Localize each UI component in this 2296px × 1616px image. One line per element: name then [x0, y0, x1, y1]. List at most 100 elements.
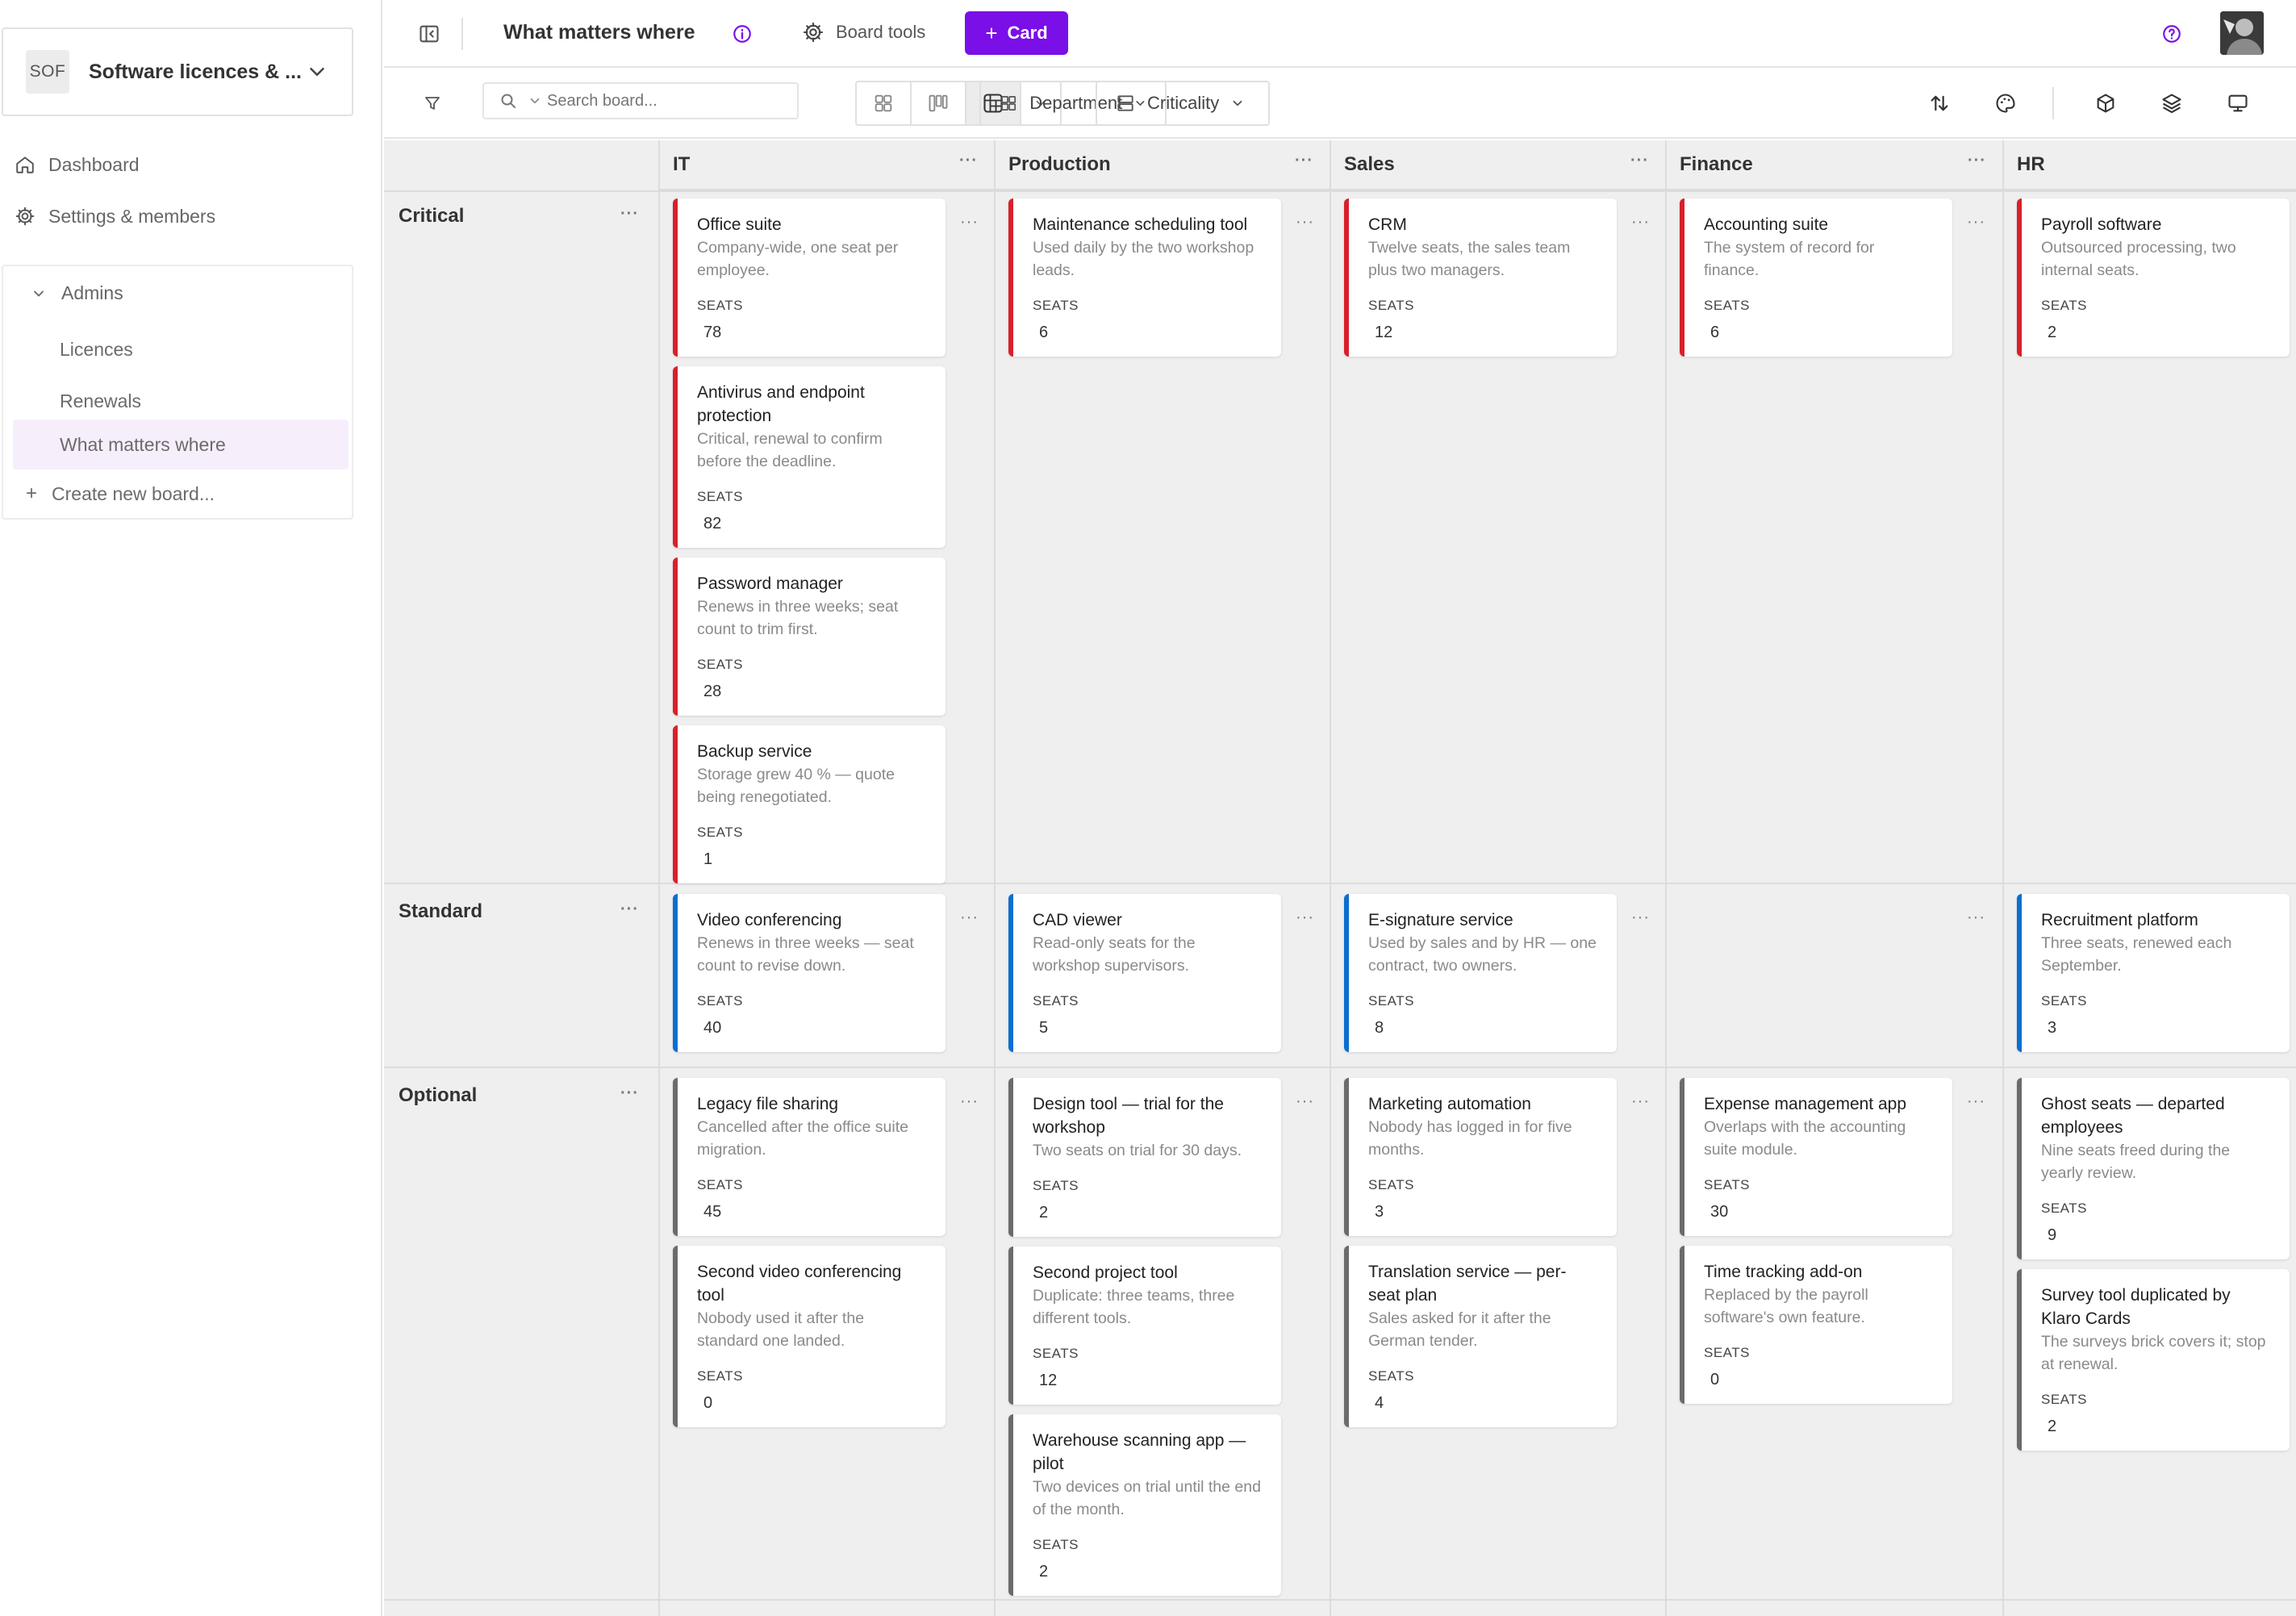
search-input[interactable] [547, 91, 724, 111]
card-spacer [1368, 1413, 1597, 1427]
board-link-renewals[interactable]: Renewals [13, 376, 349, 426]
card[interactable]: Password manager Renews in three weeks; s… [673, 557, 946, 716]
card-field-label: SEATS [697, 1368, 743, 1384]
card-field-label: SEATS [1704, 1177, 1750, 1192]
cell-menu-icon[interactable]: ··· [1296, 908, 1314, 927]
card-field-label: SEATS [697, 298, 743, 313]
card[interactable]: Ghost seats — departed employees Nine sea… [2017, 1078, 2290, 1259]
info-icon [733, 25, 751, 43]
presentation-button[interactable] [2222, 87, 2254, 119]
card-field-label: SEATS [697, 489, 743, 504]
bricks-button[interactable] [2089, 87, 2122, 119]
card[interactable]: Second video conferencing tool Nobody use… [673, 1246, 946, 1427]
card-description: Used by sales and by HR — one contract, … [1368, 934, 1597, 975]
cell-menu-icon[interactable]: ··· [1296, 1092, 1314, 1111]
row-header-critical[interactable]: Critical ··· [384, 205, 658, 228]
card-description: Renews in three weeks; seat count to tri… [697, 598, 899, 638]
collapse-sidebar-button[interactable] [415, 19, 444, 48]
row-grouping-select[interactable]: Criticality [1096, 81, 1270, 126]
plus-icon: + [985, 20, 998, 45]
board-group-toggle[interactable]: Admins [31, 282, 123, 304]
row-header-standard[interactable]: Standard ··· [384, 900, 658, 923]
card-field-label: SEATS [1704, 1345, 1750, 1360]
column-header-production[interactable]: Production ··· [996, 140, 1331, 190]
card[interactable]: Translation service — per-seat plan Sales… [1344, 1246, 1617, 1427]
card[interactable]: Legacy file sharing Cancelled after the o… [673, 1078, 946, 1236]
card-spacer [1368, 1221, 1597, 1236]
view-kanban-button[interactable] [912, 82, 966, 124]
card[interactable]: Marketing automation Nobody has logged in… [1344, 1078, 1617, 1236]
layers-button[interactable] [2156, 87, 2188, 119]
column-header-it[interactable]: IT ··· [660, 140, 996, 190]
page-title: What matters where [503, 21, 695, 44]
card-description: The surveys brick covers it; stop at ren… [2041, 1333, 2266, 1373]
card[interactable]: Second project tool Duplicate: three team… [1008, 1246, 1281, 1405]
column-header-sales[interactable]: Sales ··· [1331, 140, 1667, 190]
avatar[interactable] [2220, 11, 2264, 55]
view-grid-button[interactable] [857, 82, 912, 124]
card[interactable]: CRM Twelve seats, the sales team plus two… [1344, 198, 1617, 357]
cell-menu-icon[interactable]: ··· [960, 908, 979, 927]
more-icon[interactable]: ··· [1630, 152, 1649, 170]
column-header-hr[interactable]: HR [2004, 140, 2296, 190]
columns-icon [1001, 96, 1017, 111]
more-icon[interactable]: ··· [620, 900, 639, 919]
more-icon[interactable]: ··· [1968, 152, 1986, 170]
workspace-switcher[interactable]: SOF Software licences & ... [2, 27, 353, 116]
card[interactable]: Office suite Company-wide, one seat per e… [673, 198, 946, 357]
search-box[interactable] [482, 82, 799, 119]
cell-menu-icon[interactable]: ··· [1967, 908, 1985, 927]
nav-settings[interactable]: Settings & members [15, 200, 215, 232]
sidebar: SOF Software licences & ... Dashboard Se… [0, 0, 382, 1616]
card[interactable]: Accounting suite The system of record for… [1680, 198, 1952, 357]
card-spacer [697, 1413, 926, 1427]
cell-menu-icon[interactable]: ··· [1631, 908, 1650, 927]
card[interactable]: Design tool — trial for the workshop Two … [1008, 1078, 1281, 1237]
cell-menu-icon[interactable]: ··· [1631, 213, 1650, 232]
create-board-button[interactable]: + Create new board... [26, 482, 215, 505]
more-icon[interactable]: ··· [620, 1084, 639, 1103]
cell-menu-icon[interactable]: ··· [960, 1092, 979, 1111]
card[interactable]: Antivirus and endpoint protection Critica… [673, 366, 946, 548]
card[interactable]: Video conferencing Renews in three weeks … [673, 894, 946, 1052]
more-icon[interactable]: ··· [620, 205, 639, 223]
card-title: Recruitment platform [2041, 911, 2198, 929]
card-title: CRM [1368, 215, 1407, 234]
row-header-optional[interactable]: Optional ··· [384, 1084, 658, 1107]
cell-menu-icon[interactable]: ··· [1296, 213, 1314, 232]
card[interactable]: Payroll software Outsourced processing, t… [2017, 198, 2290, 357]
card[interactable]: CAD viewer Read-only seats for the worksh… [1008, 894, 1281, 1052]
card-seats-value: 82 [703, 515, 722, 532]
board-info-button[interactable] [729, 21, 755, 47]
nav-dashboard[interactable]: Dashboard [15, 148, 140, 181]
help-button[interactable] [2159, 21, 2185, 47]
card[interactable]: Backup service Storage grew 40 % — quote … [673, 725, 946, 883]
cell-menu-icon[interactable]: ··· [1967, 213, 1985, 232]
card[interactable]: E-signature service Used by sales and by … [1344, 894, 1617, 1052]
filter-button[interactable] [418, 89, 447, 118]
cell-menu-icon[interactable]: ··· [1631, 1092, 1650, 1111]
card-description: Two seats on trial for 30 days. [1033, 1142, 1242, 1159]
board-link-licences[interactable]: Licences [13, 324, 349, 374]
card[interactable]: Warehouse scanning app — pilot Two device… [1008, 1414, 1281, 1596]
card[interactable]: Maintenance scheduling tool Used daily by… [1008, 198, 1281, 357]
add-card-button[interactable]: + Card [965, 11, 1068, 55]
column-title: Production [1008, 153, 1111, 175]
sort-button[interactable] [1923, 87, 1956, 119]
column-header-finance[interactable]: Finance ··· [1667, 140, 2004, 190]
more-icon[interactable]: ··· [1295, 152, 1313, 170]
more-icon[interactable]: ··· [959, 152, 978, 170]
palette-button[interactable] [1989, 87, 2022, 119]
card-seats-value: 3 [1375, 1203, 1384, 1221]
card[interactable]: Time tracking add-on Replaced by the payr… [1680, 1246, 1952, 1404]
card[interactable]: Survey tool duplicated by Klaro Cards The… [2017, 1269, 2290, 1451]
cell-menu-icon[interactable]: ··· [960, 213, 979, 232]
card[interactable]: Recruitment platform Three seats, renewed… [2017, 894, 2290, 1052]
card-description: Storage grew 40 % — quote being renegoti… [697, 766, 895, 806]
card[interactable]: Expense management app Overlaps with the … [1680, 1078, 1952, 1236]
cell-menu-icon[interactable]: ··· [1967, 1092, 1985, 1111]
card-description: Three seats, renewed each September. [2041, 934, 2232, 975]
workspace-name: Software licences & ... [89, 60, 302, 83]
board-link-what-matters-where[interactable]: What matters where [13, 420, 349, 470]
board-tools-button[interactable]: Board tools [802, 21, 925, 44]
